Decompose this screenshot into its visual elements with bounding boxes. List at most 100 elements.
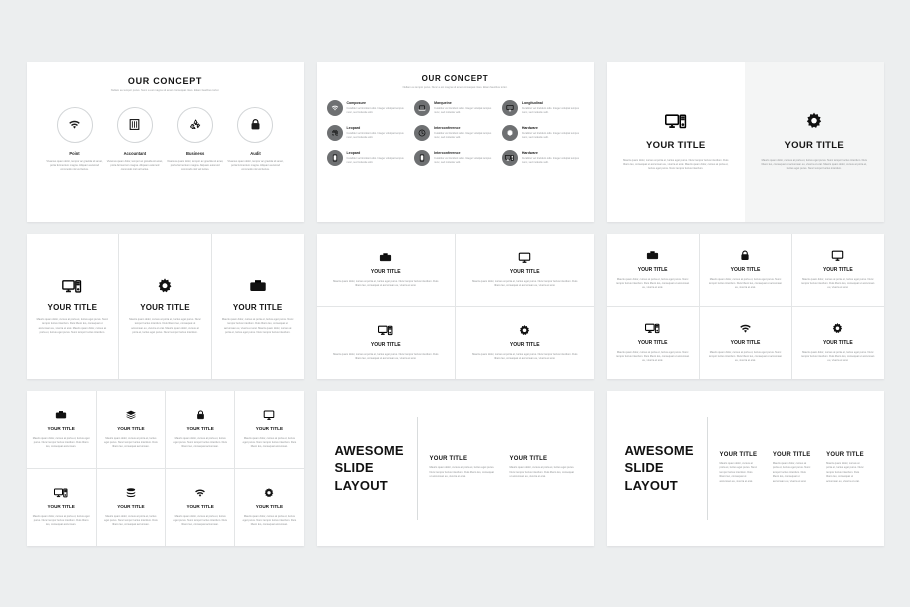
concept-item[interactable]: Longitudinal Curabitur vel tincidunt odi… (501, 100, 584, 117)
column-body: Mauris quam dolor, cursus at porta et, l… (719, 461, 758, 483)
cell-body: Mauris quam dolor, cursus at porta et, l… (616, 351, 690, 363)
concept-item[interactable]: Interconference Curabitur vel tincidunt … (414, 150, 496, 167)
cell-body: Mauris quam dolor, cursus at porta et, l… (801, 351, 875, 363)
concept-item[interactable]: Composure Curabitur vel tincidunt odio. … (326, 100, 409, 117)
concept-item-body: Vivamus quam dolor, tempor ac gravida si… (46, 159, 103, 171)
grid-cell[interactable]: YOUR TITLE Mauris quam dolor, cursus at … (606, 306, 699, 379)
slide-thumbnail-three-columns[interactable]: YOUR TITLE Mauris quam dolor, cursus at … (26, 233, 304, 379)
laptop-icon (418, 104, 426, 112)
grid-cell[interactable]: YOUR TITLE Mauris quam dolor, cursus at … (316, 306, 455, 379)
column-item[interactable]: YOUR TITLE Mauris quam dolor, cursus at … (118, 233, 211, 379)
column-item[interactable]: YOUR TITLE Mauris quam dolor, cursus at … (773, 452, 812, 484)
grid-cell[interactable]: YOUR TITLE Mauris quam dolor, cursus at … (317, 234, 456, 307)
grid-cell[interactable]: YOUR TITLE Mauris quam dolor, cursus at … (26, 468, 96, 546)
column-item[interactable]: YOUR TITLE Mauris quam dolor, cursus at … (510, 456, 576, 479)
slide-thumbnail-three-by-two[interactable]: YOUR TITLE Mauris quam dolor, cursus at … (606, 233, 884, 379)
column-body: Mauris quam dolor, cursus at porta et, l… (826, 461, 864, 483)
panel-right[interactable]: YOUR TITLE Mauris quam dolor, cursus at … (745, 61, 884, 222)
grid-cell[interactable]: YOUR TITLE Mauris quam dolor, cursus at … (234, 468, 304, 546)
concept-item[interactable]: Business Vivamus quam dolor, tempor ac g… (165, 106, 225, 175)
concept-item-label: Longitudinal (521, 101, 543, 106)
grid-cell[interactable]: YOUR TITLE Mauris quam dolor, cursus at … (698, 233, 791, 306)
grid-cell[interactable]: YOUR TITLE Mauris quam dolor, cursus at … (791, 306, 884, 379)
lock-icon (195, 407, 206, 421)
cell-body: Mauris quam dolor, cursus at porta et, l… (708, 278, 783, 290)
grid-cell[interactable]: YOUR TITLE Mauris quam dolor, cursus at … (165, 390, 234, 468)
icon-circle (326, 150, 343, 167)
monitor-icon (263, 407, 275, 421)
server-icon (128, 118, 141, 131)
panel-body: Mauris quam dolor, cursus at porta et, l… (761, 158, 867, 170)
icon-circle (501, 150, 518, 167)
desktop-icon (505, 154, 514, 162)
column-item[interactable]: YOUR TITLE Mauris quam dolor, cursus at … (430, 456, 496, 479)
icon-circle (414, 150, 431, 167)
concept-item-label: Interconference (434, 151, 461, 156)
concept-item[interactable]: Hardware Curabitur vel tincidunt odio. I… (501, 150, 584, 167)
grid-cell[interactable]: YOUR TITLE Mauris quam dolor, cursus at … (234, 390, 303, 468)
headline: AWESOME SLIDE LAYOUT (334, 442, 404, 493)
slide-thumbnail-two-by-two[interactable]: YOUR TITLE Mauris quam dolor, cursus at … (316, 233, 594, 379)
column-item[interactable]: YOUR TITLE Mauris quam dolor, cursus at … (826, 452, 865, 484)
slide-thumbnail-awesome-two-columns[interactable]: AWESOME SLIDE LAYOUT YOUR TITLE Mauris q… (316, 390, 594, 546)
grid-cell[interactable]: YOUR TITLE Mauris quam dolor, cursus at … (455, 233, 594, 306)
slide-thumbnail-grid: OUR CONCEPT Nullam eu tempor purus. Nunc… (0, 0, 910, 607)
grid-cell[interactable]: YOUR TITLE Mauris quam dolor, cursus at … (95, 390, 165, 468)
slide-header: OUR CONCEPT Nullam eu tempor purus. Nunc… (327, 74, 584, 90)
grid-cell[interactable]: YOUR TITLE Mauris quam dolor, cursus at … (607, 234, 699, 307)
concept-item[interactable]: Marqueine Curabitur vel tincidunt odio. … (414, 100, 496, 117)
cell-title: YOUR TITLE (186, 504, 214, 510)
lock-icon (249, 118, 262, 131)
cell-title: YOUR TITLE (255, 426, 284, 432)
concept-item[interactable]: Accountant Vivamus quam dolor, tempor ac… (105, 106, 165, 175)
desktop-icon (378, 322, 393, 337)
column-item[interactable]: YOUR TITLE Mauris quam dolor, cursus at … (27, 234, 119, 379)
grid-cell[interactable]: YOUR TITLE Mauris quam dolor, cursus at … (165, 468, 235, 546)
gear-icon (506, 129, 514, 137)
lock-icon (739, 247, 751, 262)
briefcase-icon (249, 275, 267, 295)
concept-item-body: Curabitur vel tincidunt odio. Integer vo… (434, 132, 492, 140)
column-body: Mauris quam dolor, cursus at porta et, l… (36, 318, 109, 334)
slide-thumbnail-two-halves[interactable]: YOUR TITLE Mauris quam dolor, cursus at … (606, 61, 884, 222)
grid-cell[interactable]: YOUR TITLE Mauris quam dolor, cursus at … (791, 233, 883, 306)
slide-thumbnail-our-concept-circles[interactable]: OUR CONCEPT Nullam eu tempor purus. Nunc… (26, 61, 304, 222)
column-body: Mauris quam dolor, cursus at porta et, l… (129, 318, 201, 334)
concept-item-label: Leopard (346, 151, 361, 156)
desktop-icon (645, 320, 660, 335)
cell-title: YOUR TITLE (47, 504, 75, 510)
concept-item-body: Curabitur vel tincidunt odio. Integer vo… (521, 157, 579, 165)
concept-item[interactable]: Audit Vivamus quam dolor, tempor ac grav… (225, 106, 285, 175)
page-subtitle: Nullam eu tempor purus. Nunc a est magna… (110, 88, 220, 92)
concept-item[interactable]: Point Vivamus quam dolor, tempor ac grav… (45, 106, 105, 175)
column-item[interactable]: YOUR TITLE Mauris quam dolor, cursus at … (720, 452, 759, 484)
icon-circle (237, 106, 274, 143)
monitor-icon (831, 247, 844, 262)
column-item[interactable]: YOUR TITLE Mauris quam dolor, cursus at … (210, 233, 304, 379)
concept-item[interactable]: Interconference Curabitur vel tincidunt … (414, 125, 496, 142)
concept-item-label: Leopard (346, 126, 361, 131)
gear-icon (518, 322, 531, 337)
concept-item[interactable]: Leopard Curabitur vel tincidunt odio. In… (326, 150, 409, 167)
slide-thumbnail-our-concept-grid[interactable]: OUR CONCEPT Nullam eu tempor purus. Nunc… (316, 61, 594, 222)
concept-item-body: Curabitur vel tincidunt odio. Integer vo… (521, 107, 579, 115)
panel-left[interactable]: YOUR TITLE Mauris quam dolor, cursus at … (607, 62, 746, 222)
concept-columns: Point Vivamus quam dolor, tempor ac grav… (39, 106, 292, 175)
grid-cell[interactable]: YOUR TITLE Mauris quam dolor, cursus at … (698, 306, 792, 379)
cell-body: Mauris quam dolor, cursus at porta et, l… (616, 278, 690, 290)
cell-title: YOUR TITLE (822, 339, 853, 346)
slide-thumbnail-four-by-two[interactable]: YOUR TITLE Mauris quam dolor, cursus at … (26, 390, 304, 546)
slide-thumbnail-awesome-three-columns[interactable]: AWESOME SLIDE LAYOUT YOUR TITLE Mauris q… (606, 390, 884, 546)
cell-title: YOUR TITLE (370, 268, 401, 275)
grid-cell[interactable]: YOUR TITLE Mauris quam dolor, cursus at … (95, 468, 165, 546)
concept-item-label: Hardware (521, 126, 538, 131)
wifi-icon (739, 320, 752, 335)
concept-item-label: Accountant (123, 150, 147, 156)
cell-body: Mauris quam dolor, cursus at porta et, l… (173, 436, 227, 448)
concept-item[interactable]: Hardware Curabitur vel tincidunt odio. I… (501, 125, 584, 142)
grid-cell[interactable]: YOUR TITLE Mauris quam dolor, cursus at … (455, 306, 594, 379)
panel-title: YOUR TITLE (784, 140, 844, 152)
cell-title: YOUR TITLE (186, 426, 214, 432)
concept-item[interactable]: Leopard Curabitur vel tincidunt odio. In… (326, 125, 409, 142)
grid-cell[interactable]: YOUR TITLE Mauris quam dolor, cursus at … (27, 391, 96, 469)
